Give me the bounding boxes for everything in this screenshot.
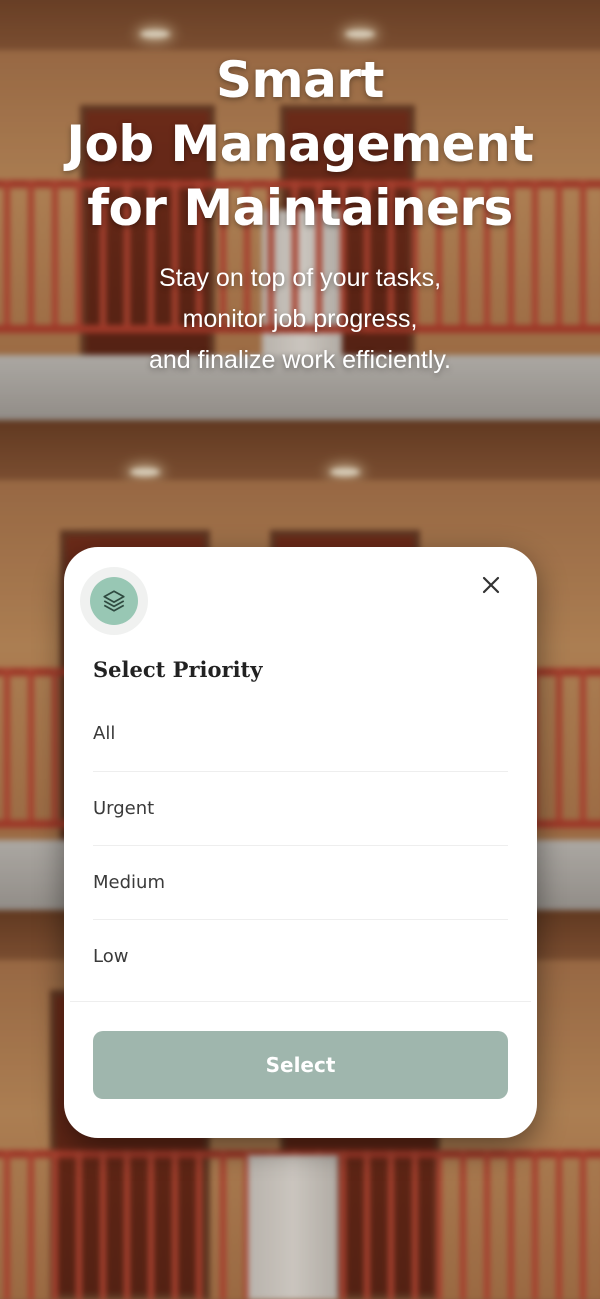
hero-title-line: for Maintainers: [87, 179, 513, 237]
priority-option-all[interactable]: All: [93, 695, 508, 772]
priority-option-urgent[interactable]: Urgent: [93, 772, 508, 846]
modal-icon-badge: [80, 567, 148, 635]
select-priority-modal: Select Priority All Urgent Medium Low Se…: [64, 547, 537, 1138]
hero-subtitle-line: monitor job progress,: [182, 305, 418, 333]
hero-title-line: Job Management: [66, 115, 534, 173]
priority-option-low[interactable]: Low: [93, 920, 508, 993]
select-button[interactable]: Select: [93, 1031, 508, 1099]
hero-subtitle-line: and finalize work efficiently.: [148, 346, 451, 374]
hero-section: Smart Job Management for Maintainers Sta…: [0, 48, 600, 381]
close-icon: [482, 576, 500, 594]
hero-subtitle: Stay on top of your tasks, monitor job p…: [0, 258, 600, 381]
priority-option-list: All Urgent Medium Low: [93, 695, 508, 993]
close-button[interactable]: [475, 569, 507, 601]
hero-title: Smart Job Management for Maintainers: [0, 48, 600, 240]
hero-subtitle-line: Stay on top of your tasks,: [158, 264, 442, 292]
modal-title: Select Priority: [93, 657, 263, 682]
hero-title-line: Smart: [216, 51, 384, 109]
layers-icon: [90, 577, 138, 625]
priority-option-medium[interactable]: Medium: [93, 846, 508, 920]
divider: [70, 1001, 531, 1002]
